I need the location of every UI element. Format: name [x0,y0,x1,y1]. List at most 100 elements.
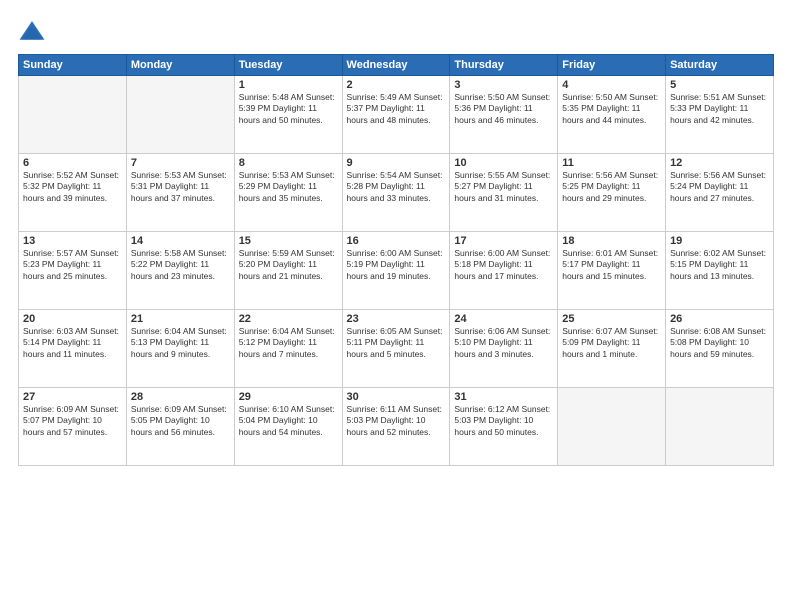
day-info: Sunrise: 6:04 AM Sunset: 5:12 PM Dayligh… [239,326,338,360]
day-info: Sunrise: 5:49 AM Sunset: 5:37 PM Dayligh… [347,92,446,126]
day-number: 26 [670,313,769,325]
weekday-header-tuesday: Tuesday [234,55,342,76]
day-info: Sunrise: 6:12 AM Sunset: 5:03 PM Dayligh… [454,404,553,438]
day-number: 24 [454,313,553,325]
day-info: Sunrise: 5:58 AM Sunset: 5:22 PM Dayligh… [131,248,230,282]
day-cell: 30Sunrise: 6:11 AM Sunset: 5:03 PM Dayli… [342,388,450,466]
day-cell: 9Sunrise: 5:54 AM Sunset: 5:28 PM Daylig… [342,154,450,232]
day-info: Sunrise: 6:05 AM Sunset: 5:11 PM Dayligh… [347,326,446,360]
day-number: 29 [239,391,338,403]
day-cell: 10Sunrise: 5:55 AM Sunset: 5:27 PM Dayli… [450,154,558,232]
day-info: Sunrise: 6:04 AM Sunset: 5:13 PM Dayligh… [131,326,230,360]
day-number: 13 [23,235,122,247]
weekday-header-friday: Friday [558,55,666,76]
day-cell: 13Sunrise: 5:57 AM Sunset: 5:23 PM Dayli… [19,232,127,310]
day-cell: 3Sunrise: 5:50 AM Sunset: 5:36 PM Daylig… [450,76,558,154]
day-number: 31 [454,391,553,403]
day-number: 15 [239,235,338,247]
day-info: Sunrise: 6:09 AM Sunset: 5:05 PM Dayligh… [131,404,230,438]
logo [18,18,50,46]
week-row-1: 1Sunrise: 5:48 AM Sunset: 5:39 PM Daylig… [19,76,774,154]
day-info: Sunrise: 6:01 AM Sunset: 5:17 PM Dayligh… [562,248,661,282]
day-cell: 18Sunrise: 6:01 AM Sunset: 5:17 PM Dayli… [558,232,666,310]
day-number: 9 [347,157,446,169]
day-cell: 22Sunrise: 6:04 AM Sunset: 5:12 PM Dayli… [234,310,342,388]
day-number: 5 [670,79,769,91]
day-cell: 15Sunrise: 5:59 AM Sunset: 5:20 PM Dayli… [234,232,342,310]
day-number: 21 [131,313,230,325]
day-cell: 24Sunrise: 6:06 AM Sunset: 5:10 PM Dayli… [450,310,558,388]
week-row-4: 20Sunrise: 6:03 AM Sunset: 5:14 PM Dayli… [19,310,774,388]
weekday-header-row: SundayMondayTuesdayWednesdayThursdayFrid… [19,55,774,76]
day-info: Sunrise: 6:03 AM Sunset: 5:14 PM Dayligh… [23,326,122,360]
day-cell: 4Sunrise: 5:50 AM Sunset: 5:35 PM Daylig… [558,76,666,154]
day-number: 7 [131,157,230,169]
day-info: Sunrise: 5:50 AM Sunset: 5:36 PM Dayligh… [454,92,553,126]
calendar-page: SundayMondayTuesdayWednesdayThursdayFrid… [0,0,792,612]
day-number: 20 [23,313,122,325]
day-cell: 14Sunrise: 5:58 AM Sunset: 5:22 PM Dayli… [126,232,234,310]
day-number: 3 [454,79,553,91]
day-info: Sunrise: 6:08 AM Sunset: 5:08 PM Dayligh… [670,326,769,360]
day-cell: 1Sunrise: 5:48 AM Sunset: 5:39 PM Daylig… [234,76,342,154]
day-number: 14 [131,235,230,247]
day-cell: 25Sunrise: 6:07 AM Sunset: 5:09 PM Dayli… [558,310,666,388]
day-info: Sunrise: 5:54 AM Sunset: 5:28 PM Dayligh… [347,170,446,204]
day-info: Sunrise: 5:48 AM Sunset: 5:39 PM Dayligh… [239,92,338,126]
day-info: Sunrise: 5:55 AM Sunset: 5:27 PM Dayligh… [454,170,553,204]
day-info: Sunrise: 5:53 AM Sunset: 5:29 PM Dayligh… [239,170,338,204]
header [18,18,774,46]
day-cell [666,388,774,466]
day-cell: 26Sunrise: 6:08 AM Sunset: 5:08 PM Dayli… [666,310,774,388]
day-number: 11 [562,157,661,169]
weekday-header-wednesday: Wednesday [342,55,450,76]
calendar-table: SundayMondayTuesdayWednesdayThursdayFrid… [18,54,774,466]
day-number: 4 [562,79,661,91]
day-cell: 20Sunrise: 6:03 AM Sunset: 5:14 PM Dayli… [19,310,127,388]
weekday-header-thursday: Thursday [450,55,558,76]
day-cell: 8Sunrise: 5:53 AM Sunset: 5:29 PM Daylig… [234,154,342,232]
day-cell: 5Sunrise: 5:51 AM Sunset: 5:33 PM Daylig… [666,76,774,154]
day-info: Sunrise: 5:59 AM Sunset: 5:20 PM Dayligh… [239,248,338,282]
day-number: 1 [239,79,338,91]
day-info: Sunrise: 5:56 AM Sunset: 5:24 PM Dayligh… [670,170,769,204]
day-cell: 31Sunrise: 6:12 AM Sunset: 5:03 PM Dayli… [450,388,558,466]
day-info: Sunrise: 5:52 AM Sunset: 5:32 PM Dayligh… [23,170,122,204]
day-cell: 21Sunrise: 6:04 AM Sunset: 5:13 PM Dayli… [126,310,234,388]
day-cell: 28Sunrise: 6:09 AM Sunset: 5:05 PM Dayli… [126,388,234,466]
day-cell: 2Sunrise: 5:49 AM Sunset: 5:37 PM Daylig… [342,76,450,154]
day-cell: 17Sunrise: 6:00 AM Sunset: 5:18 PM Dayli… [450,232,558,310]
day-number: 10 [454,157,553,169]
day-cell: 11Sunrise: 5:56 AM Sunset: 5:25 PM Dayli… [558,154,666,232]
day-number: 2 [347,79,446,91]
logo-icon [18,18,46,46]
day-info: Sunrise: 5:51 AM Sunset: 5:33 PM Dayligh… [670,92,769,126]
week-row-2: 6Sunrise: 5:52 AM Sunset: 5:32 PM Daylig… [19,154,774,232]
day-info: Sunrise: 6:06 AM Sunset: 5:10 PM Dayligh… [454,326,553,360]
weekday-header-monday: Monday [126,55,234,76]
day-cell [558,388,666,466]
day-info: Sunrise: 6:00 AM Sunset: 5:18 PM Dayligh… [454,248,553,282]
day-cell: 7Sunrise: 5:53 AM Sunset: 5:31 PM Daylig… [126,154,234,232]
day-number: 12 [670,157,769,169]
day-cell [126,76,234,154]
day-number: 28 [131,391,230,403]
day-info: Sunrise: 5:57 AM Sunset: 5:23 PM Dayligh… [23,248,122,282]
day-cell: 19Sunrise: 6:02 AM Sunset: 5:15 PM Dayli… [666,232,774,310]
day-cell: 16Sunrise: 6:00 AM Sunset: 5:19 PM Dayli… [342,232,450,310]
day-cell [19,76,127,154]
day-number: 6 [23,157,122,169]
day-info: Sunrise: 5:56 AM Sunset: 5:25 PM Dayligh… [562,170,661,204]
weekday-header-saturday: Saturday [666,55,774,76]
day-info: Sunrise: 5:50 AM Sunset: 5:35 PM Dayligh… [562,92,661,126]
day-number: 8 [239,157,338,169]
day-number: 16 [347,235,446,247]
day-number: 22 [239,313,338,325]
day-number: 30 [347,391,446,403]
day-cell: 27Sunrise: 6:09 AM Sunset: 5:07 PM Dayli… [19,388,127,466]
day-info: Sunrise: 6:02 AM Sunset: 5:15 PM Dayligh… [670,248,769,282]
day-number: 17 [454,235,553,247]
day-info: Sunrise: 6:00 AM Sunset: 5:19 PM Dayligh… [347,248,446,282]
day-number: 27 [23,391,122,403]
day-cell: 6Sunrise: 5:52 AM Sunset: 5:32 PM Daylig… [19,154,127,232]
